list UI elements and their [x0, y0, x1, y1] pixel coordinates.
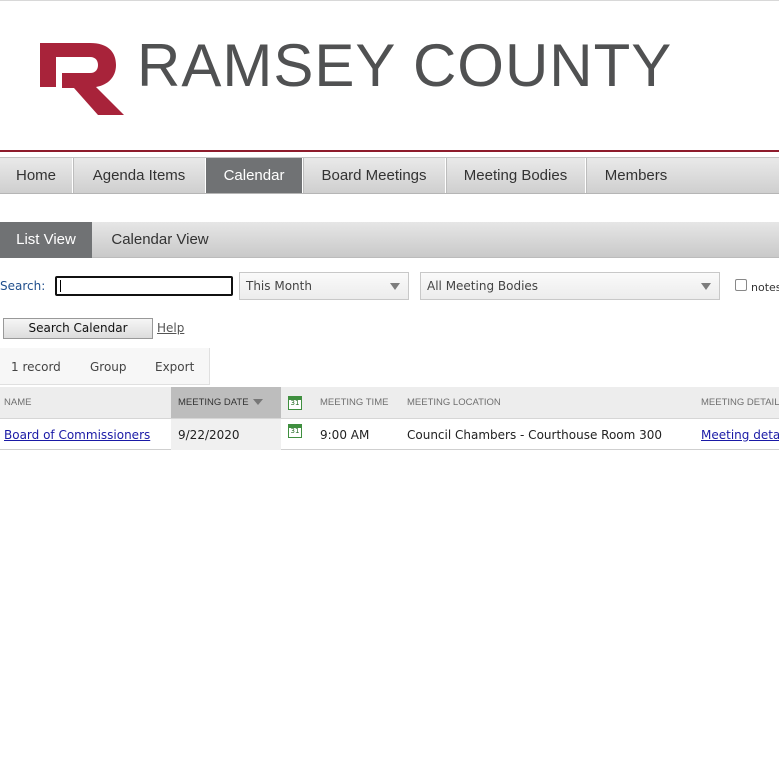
table-header: NAME MEETING DATE 31 MEETING TIME MEETIN…: [0, 387, 779, 419]
tab-list-view[interactable]: List View: [0, 222, 92, 258]
chevron-down-icon: [390, 283, 400, 290]
column-header-label: MEETING DETAILS: [701, 397, 779, 408]
header-divider: [0, 150, 779, 152]
search-label: Search:: [0, 279, 46, 293]
view-tabs: List View Calendar View: [0, 222, 779, 258]
meeting-name-link[interactable]: Board of Commissioners: [4, 419, 150, 450]
table-row: Board of Commissioners 9/22/2020 31 9:00…: [0, 419, 779, 450]
meeting-location: Council Chambers - Courthouse Room 300: [407, 428, 663, 442]
nav-item-members[interactable]: Members: [586, 158, 686, 193]
chevron-down-icon: [701, 283, 711, 290]
tab-calendar-view[interactable]: Calendar View: [93, 222, 227, 258]
column-header-name[interactable]: NAME: [4, 387, 31, 418]
nav-item-agenda-items[interactable]: Agenda Items: [73, 158, 206, 193]
meeting-details-link[interactable]: Meeting details: [701, 428, 779, 442]
text-caret: [60, 280, 61, 292]
nav-item-home[interactable]: Home: [0, 158, 73, 193]
column-header-label: MEETING LOCATION: [407, 397, 501, 408]
calendar-icon-text: 31: [290, 399, 300, 407]
help-link[interactable]: Help: [157, 321, 184, 335]
meeting-name[interactable]: Board of Commissioners: [4, 428, 150, 442]
export-button[interactable]: Export: [155, 360, 194, 374]
search-input[interactable]: [55, 276, 233, 296]
column-header-label: MEETING DATE: [178, 397, 249, 408]
date-filter-select[interactable]: This Month: [239, 272, 409, 300]
column-header-label: MEETING TIME: [320, 397, 389, 408]
grid-toolbar: 1 record Group Export: [0, 348, 210, 385]
search-calendar-button[interactable]: Search Calendar: [3, 318, 153, 339]
column-header-meeting-time[interactable]: MEETING TIME: [320, 387, 388, 418]
meeting-time: 9:00 AM: [320, 428, 370, 442]
meeting-body-value: All Meeting Bodies: [427, 279, 539, 293]
nav-item-meeting-bodies[interactable]: Meeting Bodies: [446, 158, 586, 193]
notes-checkbox[interactable]: [735, 279, 747, 291]
nav-item-calendar[interactable]: Calendar: [206, 158, 303, 193]
group-button[interactable]: Group: [90, 360, 127, 374]
main-nav: Home Agenda Items Calendar Board Meeting…: [0, 157, 779, 194]
column-header-meeting-location[interactable]: MEETING LOCATION: [407, 387, 501, 418]
add-to-calendar-icon[interactable]: 31: [288, 424, 302, 438]
nav-item-board-meetings[interactable]: Board Meetings: [303, 158, 446, 193]
column-header-meeting-details[interactable]: MEETING DETAILS: [701, 387, 779, 418]
ramsey-logo-icon: [40, 43, 124, 115]
column-header-meeting-date[interactable]: MEETING DATE: [171, 387, 281, 418]
sort-descending-icon: [252, 399, 263, 406]
date-filter-value: This Month: [246, 279, 312, 293]
notes-label: notes: [751, 281, 779, 294]
column-header-label: NAME: [4, 397, 32, 408]
meeting-details-cell[interactable]: Meeting details: [701, 419, 779, 450]
meeting-date: 9/22/2020: [171, 419, 281, 450]
calendar-icon-text: 31: [290, 427, 300, 435]
calendar-icon: 31: [288, 396, 302, 410]
meeting-body-select[interactable]: All Meeting Bodies: [420, 272, 720, 300]
record-count: 1 record: [11, 360, 61, 374]
site-title: RAMSEY COUNTY: [137, 32, 673, 99]
top-border: [0, 0, 779, 1]
